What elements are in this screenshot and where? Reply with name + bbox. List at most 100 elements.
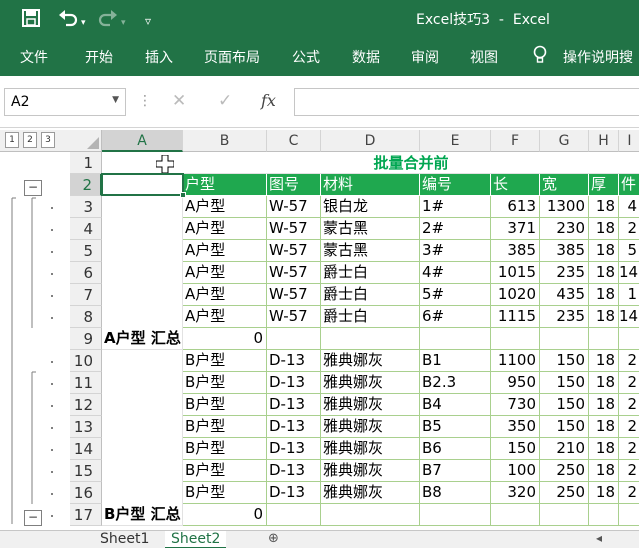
table-header-cell[interactable]: 材料: [321, 174, 420, 196]
row-header[interactable]: 16: [70, 482, 102, 504]
table-cell[interactable]: 320: [491, 482, 540, 504]
table-cell[interactable]: 613: [491, 196, 540, 218]
table-cell[interactable]: 250: [540, 482, 589, 504]
column-header-g[interactable]: G: [540, 130, 589, 152]
table-cell[interactable]: 2: [619, 372, 639, 394]
row-header[interactable]: 11: [70, 372, 102, 394]
table-cell[interactable]: 950: [491, 372, 540, 394]
empty-cell[interactable]: [102, 262, 183, 284]
tell-me-search[interactable]: 操作说明搜: [563, 47, 633, 67]
fill-handle[interactable]: [180, 192, 186, 198]
table-header-cell[interactable]: 厚: [589, 174, 619, 196]
table-cell[interactable]: 18: [589, 350, 619, 372]
table-cell[interactable]: [619, 328, 639, 350]
subtotal-value[interactable]: 0: [183, 504, 267, 526]
table-cell[interactable]: 385: [540, 240, 589, 262]
table-cell[interactable]: 350: [491, 416, 540, 438]
insert-function-icon[interactable]: fx: [261, 91, 276, 110]
scroll-left-icon[interactable]: ◂: [596, 531, 602, 545]
table-cell[interactable]: 371: [491, 218, 540, 240]
table-cell[interactable]: D-13: [267, 372, 321, 394]
subtotal-value[interactable]: 0: [183, 328, 267, 350]
table-cell[interactable]: D-13: [267, 416, 321, 438]
table-cell[interactable]: B户型: [183, 438, 267, 460]
chevron-down-icon[interactable]: ▼: [112, 95, 119, 105]
row-header[interactable]: 3: [70, 196, 102, 218]
table-header-cell[interactable]: 长: [491, 174, 540, 196]
collapse-group-b-button[interactable]: −: [24, 510, 42, 526]
table-cell[interactable]: A户型: [183, 196, 267, 218]
table-cell[interactable]: W-57: [267, 196, 321, 218]
table-cell[interactable]: A户型: [183, 306, 267, 328]
table-cell[interactable]: 18: [589, 372, 619, 394]
tab-home[interactable]: 开始: [85, 47, 113, 67]
table-header-cell[interactable]: 户型: [183, 174, 267, 196]
empty-cell[interactable]: [102, 394, 183, 416]
redo-dropdown-icon[interactable]: ▾: [121, 13, 126, 33]
table-cell[interactable]: 雅典娜灰: [321, 482, 420, 504]
table-cell[interactable]: 18: [589, 416, 619, 438]
table-cell[interactable]: D-13: [267, 350, 321, 372]
column-header-d[interactable]: D: [321, 130, 420, 152]
table-cell[interactable]: 18: [589, 240, 619, 262]
table-cell[interactable]: B5: [420, 416, 491, 438]
table-header-cell[interactable]: 编号: [420, 174, 491, 196]
table-cell[interactable]: 2: [619, 394, 639, 416]
table-cell[interactable]: 435: [540, 284, 589, 306]
table-cell[interactable]: B8: [420, 482, 491, 504]
tab-formulas[interactable]: 公式: [292, 47, 320, 67]
table-cell[interactable]: 6#: [420, 306, 491, 328]
tab-page-layout[interactable]: 页面布局: [204, 47, 260, 67]
table-cell[interactable]: B户型: [183, 394, 267, 416]
table-cell[interactable]: 18: [589, 394, 619, 416]
empty-cell[interactable]: [102, 438, 183, 460]
column-header-c[interactable]: C: [267, 130, 321, 152]
table-cell[interactable]: 蒙古黑: [321, 240, 420, 262]
table-cell[interactable]: 18: [589, 284, 619, 306]
table-cell[interactable]: 爵士白: [321, 306, 420, 328]
table-cell[interactable]: B6: [420, 438, 491, 460]
table-header-cell[interactable]: 图号: [267, 174, 321, 196]
row-header[interactable]: 7: [70, 284, 102, 306]
table-cell[interactable]: 14: [619, 262, 639, 284]
table-cell[interactable]: 100: [491, 460, 540, 482]
table-cell[interactable]: 雅典娜灰: [321, 350, 420, 372]
table-cell[interactable]: A户型: [183, 262, 267, 284]
table-cell[interactable]: 银白龙: [321, 196, 420, 218]
table-cell[interactable]: W-57: [267, 262, 321, 284]
table-cell[interactable]: 爵士白: [321, 262, 420, 284]
row-header[interactable]: 2: [70, 174, 102, 196]
table-cell[interactable]: 1015: [491, 262, 540, 284]
table-cell[interactable]: B户型: [183, 350, 267, 372]
table-cell[interactable]: 1#: [420, 196, 491, 218]
table-cell[interactable]: 18: [589, 306, 619, 328]
tab-data[interactable]: 数据: [352, 47, 380, 67]
table-cell[interactable]: [321, 504, 420, 526]
table-cell[interactable]: [491, 504, 540, 526]
table-cell[interactable]: [589, 328, 619, 350]
table-cell[interactable]: A户型: [183, 240, 267, 262]
undo-icon[interactable]: [58, 9, 78, 32]
table-cell[interactable]: 230: [540, 218, 589, 240]
table-cell[interactable]: 5#: [420, 284, 491, 306]
table-cell[interactable]: 385: [491, 240, 540, 262]
enter-icon[interactable]: ✓: [218, 91, 232, 111]
collapse-group-a-button[interactable]: −: [24, 180, 42, 196]
row-header[interactable]: 12: [70, 394, 102, 416]
undo-dropdown-icon[interactable]: ▾: [81, 13, 86, 33]
table-cell[interactable]: 250: [540, 460, 589, 482]
row-header[interactable]: 14: [70, 438, 102, 460]
table-cell[interactable]: 2: [619, 218, 639, 240]
table-cell[interactable]: B户型: [183, 372, 267, 394]
table-cell[interactable]: [420, 504, 491, 526]
table-cell[interactable]: [267, 328, 321, 350]
save-icon[interactable]: [22, 9, 40, 32]
column-header-e[interactable]: E: [420, 130, 491, 152]
row-header[interactable]: 5: [70, 240, 102, 262]
table-cell[interactable]: 1: [619, 284, 639, 306]
table-cell[interactable]: 235: [540, 306, 589, 328]
table-cell[interactable]: W-57: [267, 240, 321, 262]
table-cell[interactable]: B1: [420, 350, 491, 372]
column-header-i[interactable]: I: [619, 130, 639, 152]
tab-view[interactable]: 视图: [470, 47, 498, 67]
